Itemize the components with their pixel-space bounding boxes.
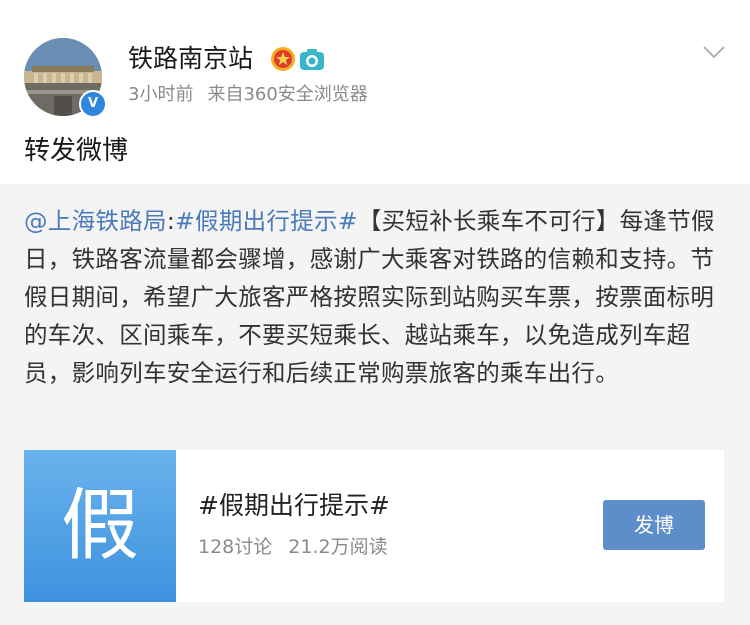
chevron-down-icon[interactable] — [702, 44, 726, 60]
quoted-post[interactable]: @上海铁路局:#假期出行提示#【买短补长乘车不可行】每逢节假日，铁路客流量都会骤… — [0, 184, 750, 625]
topic-stats: 128讨论 21.2万阅读 — [198, 534, 388, 560]
repost-text: 转发微博 — [24, 136, 129, 166]
quoted-text: @上海铁路局:#假期出行提示#【买短补长乘车不可行】每逢节假日，铁路客流量都会骤… — [24, 202, 724, 392]
post-meta: 3小时前 来自360安全浏览器 — [128, 83, 368, 107]
post-button[interactable]: 发博 — [603, 500, 705, 550]
verified-icon: V — [79, 90, 107, 118]
read-count: 21.2万阅读 — [288, 536, 388, 558]
post-header: V 铁路南京站 3小时前 来自360安全浏览器 — [0, 0, 750, 125]
topic-card-title[interactable]: #假期出行提示# — [198, 490, 390, 522]
topic-thumbnail[interactable]: 假 — [24, 450, 176, 602]
author-name[interactable]: 铁路南京站 — [128, 43, 253, 75]
medal-icon[interactable] — [270, 46, 296, 72]
camera-icon[interactable] — [299, 48, 325, 71]
topic-card[interactable]: 假 #假期出行提示# 128讨论 21.2万阅读 发博 — [24, 450, 724, 602]
topic-link[interactable]: #假期出行提示# — [175, 207, 358, 235]
discussion-count: 128讨论 — [198, 536, 273, 558]
post-time: 3小时前 — [128, 84, 194, 105]
weibo-post: V 铁路南京站 3小时前 来自360安全浏览器 转发微博 @上海铁路局:#假期出行… — [0, 0, 750, 625]
mention-separator: : — [166, 207, 176, 235]
author-mention-link[interactable]: @上海铁路局 — [24, 207, 167, 235]
post-source[interactable]: 来自360安全浏览器 — [207, 84, 367, 105]
